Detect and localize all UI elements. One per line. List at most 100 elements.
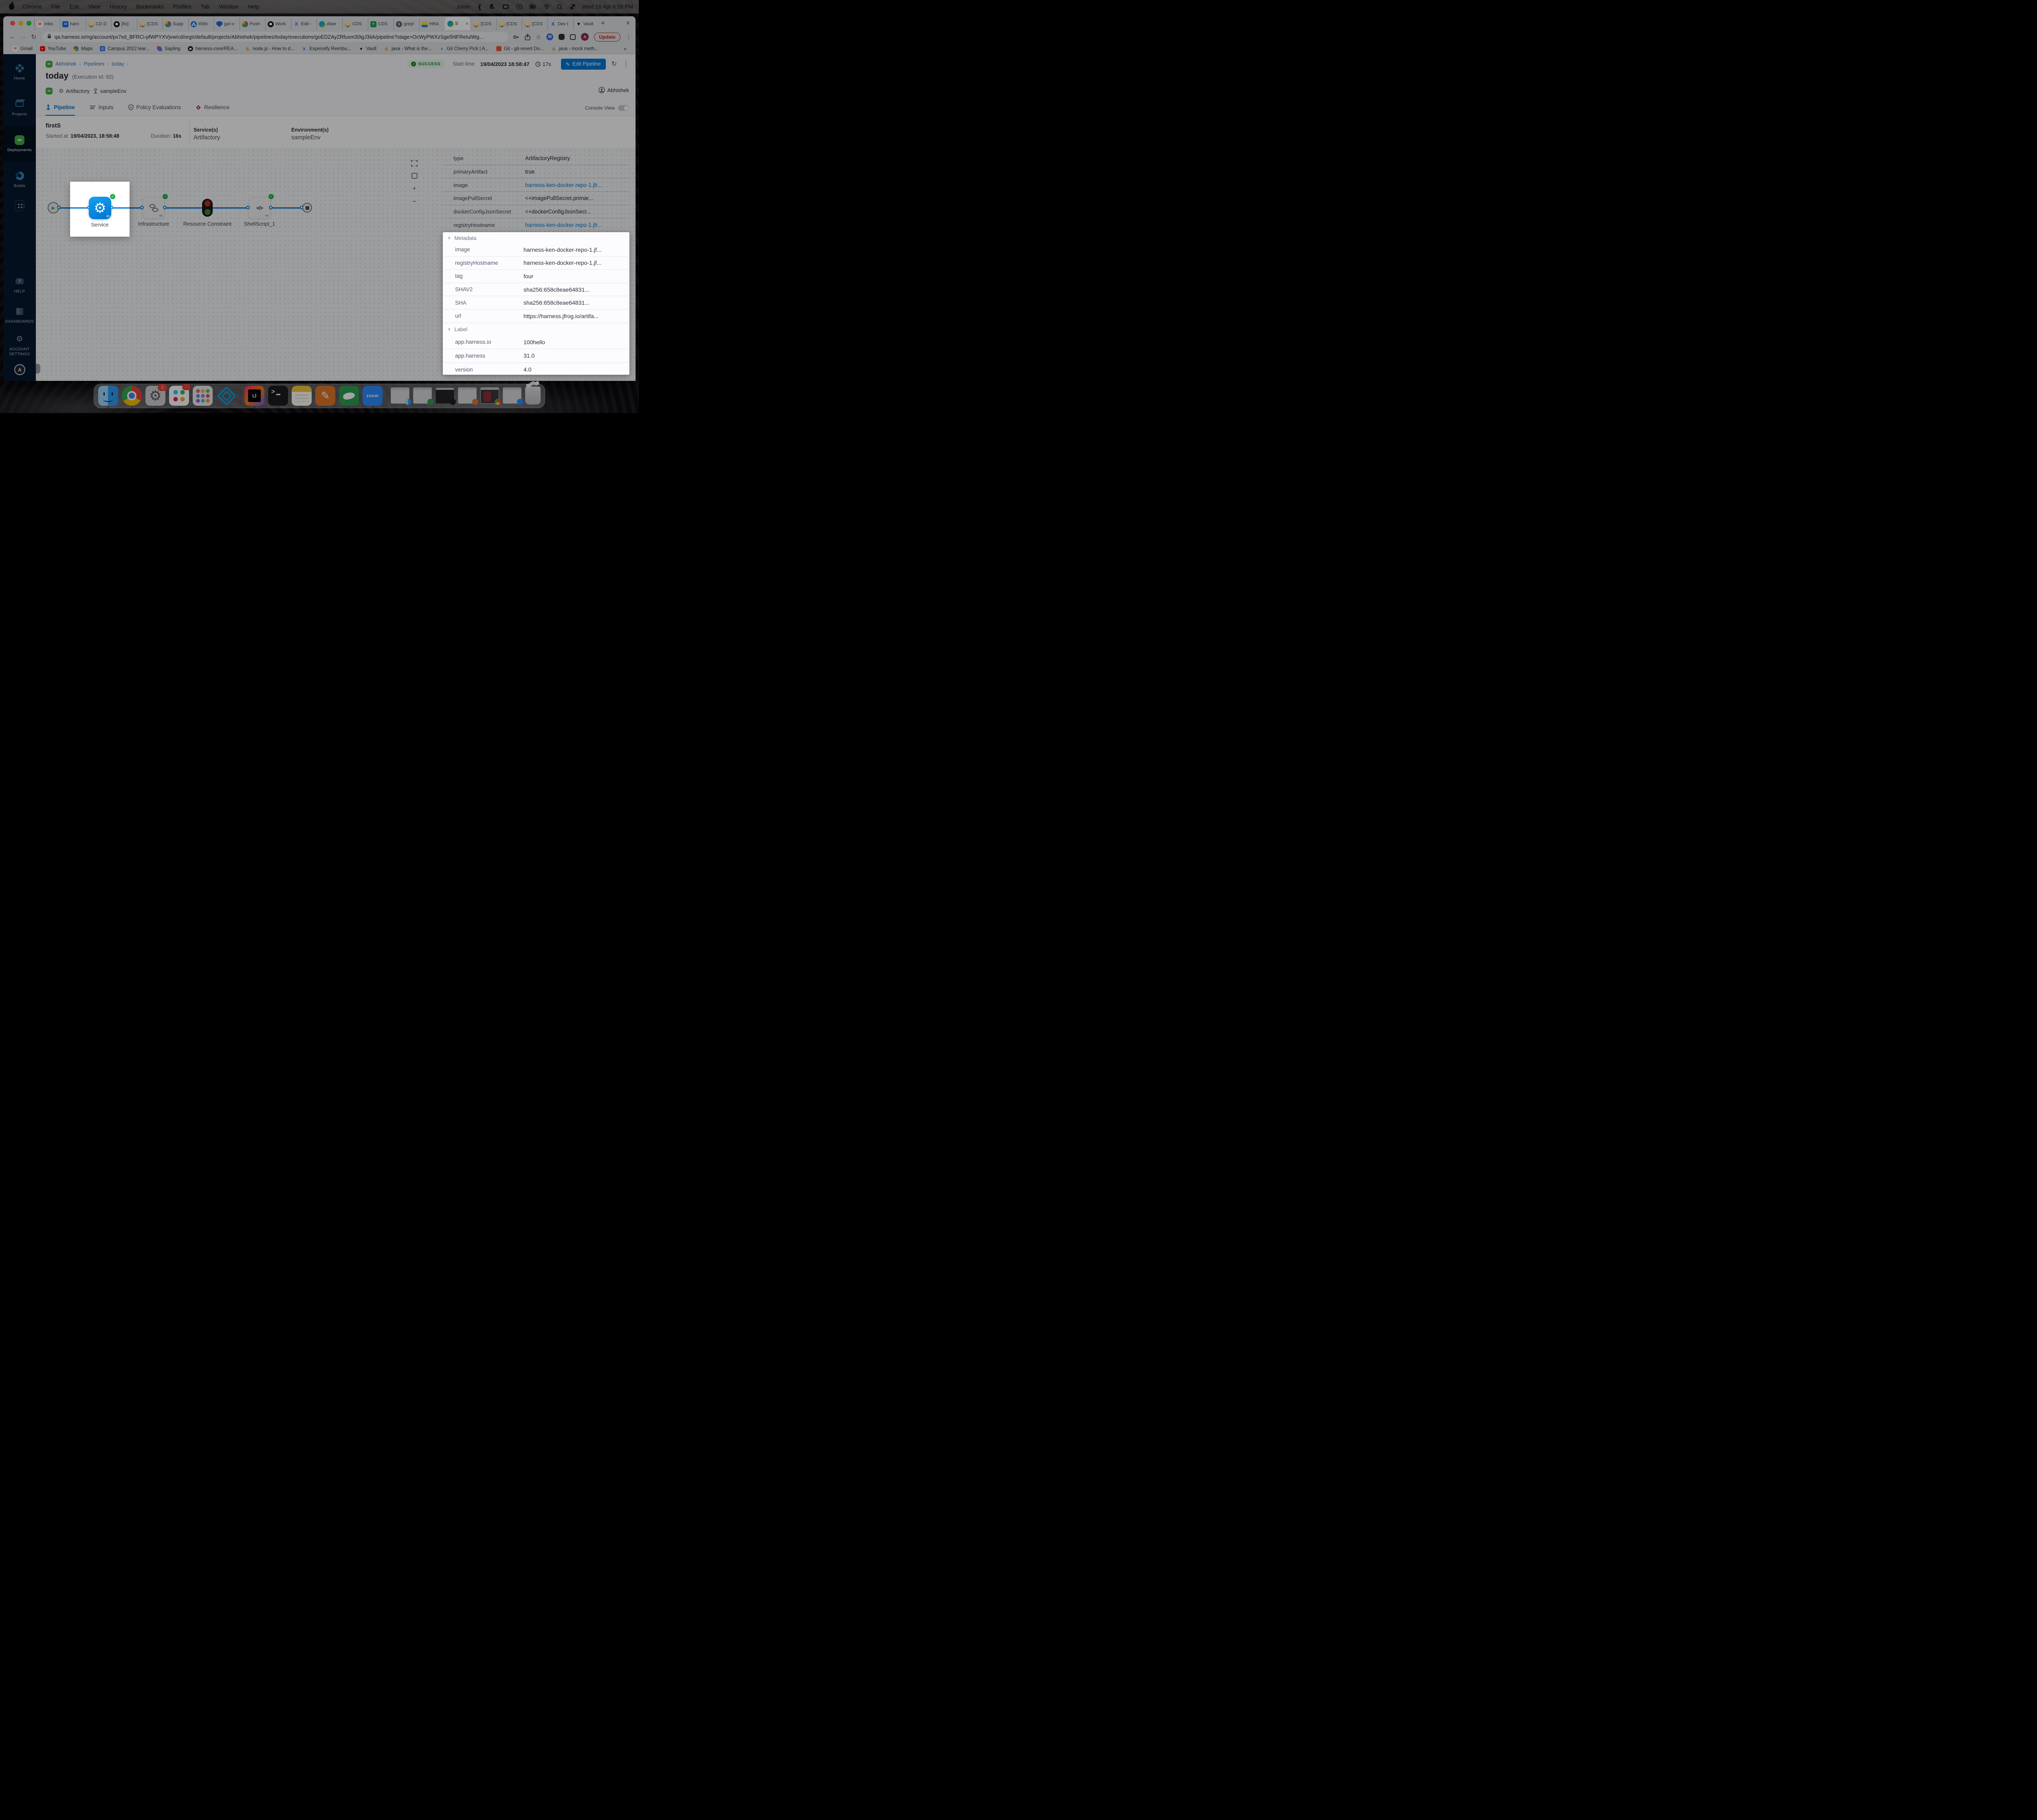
minimize-window-icon[interactable] <box>18 21 23 26</box>
edit-pipeline-button[interactable]: ✎ Edit Pipeline <box>561 59 606 70</box>
control-center-icon[interactable] <box>570 4 576 9</box>
zoom-menu-extra[interactable]: zoom <box>457 4 470 10</box>
panel-collapse-handle[interactable] <box>36 364 40 374</box>
tab-inputs[interactable]: Inputs <box>90 100 114 116</box>
bookmark-item[interactable]: Campus 2022 lear... <box>99 46 150 52</box>
password-key-icon[interactable] <box>513 34 519 40</box>
pipeline-end-node[interactable] <box>302 203 312 213</box>
bookmark-item[interactable]: Gmail <box>12 46 33 52</box>
sidecar-icon[interactable] <box>502 4 509 9</box>
menu-item[interactable]: Edit <box>70 4 79 10</box>
new-tab-button[interactable]: + <box>601 19 605 27</box>
browser-tab[interactable]: S × <box>445 17 471 30</box>
browser-tab[interactable]: [CDS × <box>471 18 496 30</box>
search-icon[interactable] <box>557 4 563 10</box>
pinned-extension-icon[interactable] <box>559 34 565 40</box>
pipeline-canvas[interactable]: ▶ ⚙ </> ✓ Service </> <box>36 149 636 381</box>
browser-tab[interactable]: [fix]: × <box>111 18 137 30</box>
browser-tab[interactable]: Edit - × <box>291 18 317 30</box>
user-avatar[interactable]: A <box>14 364 25 375</box>
sidebar-item[interactable]: Home <box>3 54 36 90</box>
window-thumb-postman[interactable] <box>458 387 477 404</box>
sidebar-item[interactable]: Deployments <box>3 126 36 162</box>
tab-policy-evaluations[interactable]: Policy Evaluations <box>128 100 181 116</box>
browser-tab[interactable]: [CDS × <box>137 18 163 30</box>
forward-icon[interactable]: → <box>18 33 29 41</box>
menu-bar-clock[interactable]: Wed 19 Apr 6:59 PM <box>583 4 633 10</box>
sidebar-item[interactable]: Projects <box>3 90 36 126</box>
browser-menu-kebab-icon[interactable]: ⋮ <box>626 33 631 40</box>
fullscreen-icon[interactable] <box>411 160 418 167</box>
service-node[interactable]: ⚙ </> <box>89 197 111 219</box>
services-value[interactable]: Artifactory <box>194 134 220 141</box>
browser-tab[interactable]: greyt × <box>394 18 419 30</box>
bookmark-item[interactable]: java - mock meth... <box>551 46 598 52</box>
page-menu-kebab-icon[interactable]: ⋮ <box>623 60 629 68</box>
tab-close-icon[interactable]: × <box>466 21 469 26</box>
tab-search-chevron-icon[interactable]: ∨ <box>626 20 630 26</box>
menu-item[interactable]: Help <box>248 4 259 10</box>
browser-tab[interactable]: HRA × <box>419 18 445 30</box>
tab-pipeline[interactable]: Pipeline <box>46 100 75 116</box>
pen-app-icon[interactable] <box>315 386 335 406</box>
breadcrumb-link[interactable]: Abhishek <box>55 61 76 67</box>
wifi-icon[interactable] <box>543 4 550 9</box>
field-value[interactable]: harness-ken-docker-repo-1.jf... <box>524 246 601 253</box>
triggered-by-user[interactable]: Abhishek <box>598 87 629 93</box>
green-animal-app-icon[interactable] <box>339 386 359 406</box>
browser-tab[interactable]: Inbo × <box>34 18 60 30</box>
browser-tab[interactable]: 658c × <box>188 18 214 30</box>
bookmark-item[interactable]: YouTube <box>40 46 66 52</box>
field-value[interactable]: https://harness.jfrog.io/artifa... <box>524 313 598 319</box>
lock-icon[interactable] <box>47 33 51 41</box>
menu-item[interactable]: Tab <box>201 4 210 10</box>
browser-tab[interactable]: [CDS × <box>522 18 548 30</box>
apple-icon[interactable] <box>9 4 14 10</box>
update-button[interactable]: Update <box>594 33 620 42</box>
resource-constraint-node[interactable] <box>202 199 213 217</box>
browser-tab[interactable]: CDS × <box>368 18 394 30</box>
stage-name[interactable]: firstS <box>46 123 61 129</box>
bookmarks-overflow-chevron[interactable]: » <box>624 46 627 52</box>
terminal-icon[interactable] <box>268 386 288 406</box>
field-value[interactable]: harness-ken-docker-repo-1.jfr... <box>525 182 602 188</box>
browser-tab[interactable]: Work × <box>265 18 291 30</box>
zoom-out-icon[interactable]: − <box>412 198 416 205</box>
browser-tab[interactable]: Vault × <box>573 18 599 30</box>
display-icon[interactable] <box>529 4 536 9</box>
bookmark-item[interactable]: Git Cherry Pick | A... <box>439 46 489 52</box>
sidebar-item[interactable]: Builds <box>3 162 36 198</box>
system-settings-icon[interactable] <box>145 386 165 406</box>
window-thumb-terminal[interactable] <box>436 387 454 404</box>
harness-dock-icon[interactable] <box>216 386 236 406</box>
share-icon[interactable] <box>525 34 530 40</box>
bookmark-item[interactable]: Expensify Reimbu... <box>301 46 351 52</box>
menu-item[interactable]: Bookmarks <box>136 4 164 10</box>
menu-item[interactable]: Window <box>219 4 238 10</box>
zoom-in-icon[interactable]: + <box>412 185 416 192</box>
breadcrumb-link[interactable]: today <box>112 61 124 67</box>
menu-item[interactable]: Profiles <box>173 4 191 10</box>
menu-item[interactable]: View <box>88 4 100 10</box>
field-value[interactable]: harness-ken-docker-repo-1.jf... <box>524 259 601 266</box>
side-panel-icon[interactable] <box>570 34 576 40</box>
environment-chip[interactable]: sampleEnv <box>93 88 126 94</box>
browser-tab[interactable]: Push × <box>240 18 265 30</box>
bookmark-item[interactable]: node.js - How to d... <box>244 46 294 52</box>
tab-resilience[interactable]: Resilience <box>196 100 229 116</box>
fit-view-icon[interactable] <box>411 173 418 179</box>
browser-tab[interactable]: Supp × <box>163 18 188 30</box>
hand-clock-icon[interactable] <box>489 4 495 10</box>
service-chip[interactable]: ⚙ Artifactory <box>59 88 90 95</box>
profile-avatar[interactable]: A <box>581 33 589 41</box>
window-thumb-chrome[interactable] <box>480 387 499 404</box>
browser-tab[interactable]: gar-v × <box>214 18 240 30</box>
menu-item[interactable]: History <box>110 4 127 10</box>
zoom-app-icon[interactable] <box>363 386 383 406</box>
field-value[interactable]: harness-ken-docker-repo-1.jfr... <box>525 222 602 228</box>
bookmark-item[interactable]: Vault <box>358 46 376 52</box>
launchpad-icon[interactable] <box>193 386 213 406</box>
menu-item[interactable]: File <box>51 4 60 10</box>
chrome-icon[interactable] <box>122 386 142 406</box>
bookmark-item[interactable]: Sapling <box>156 46 180 52</box>
